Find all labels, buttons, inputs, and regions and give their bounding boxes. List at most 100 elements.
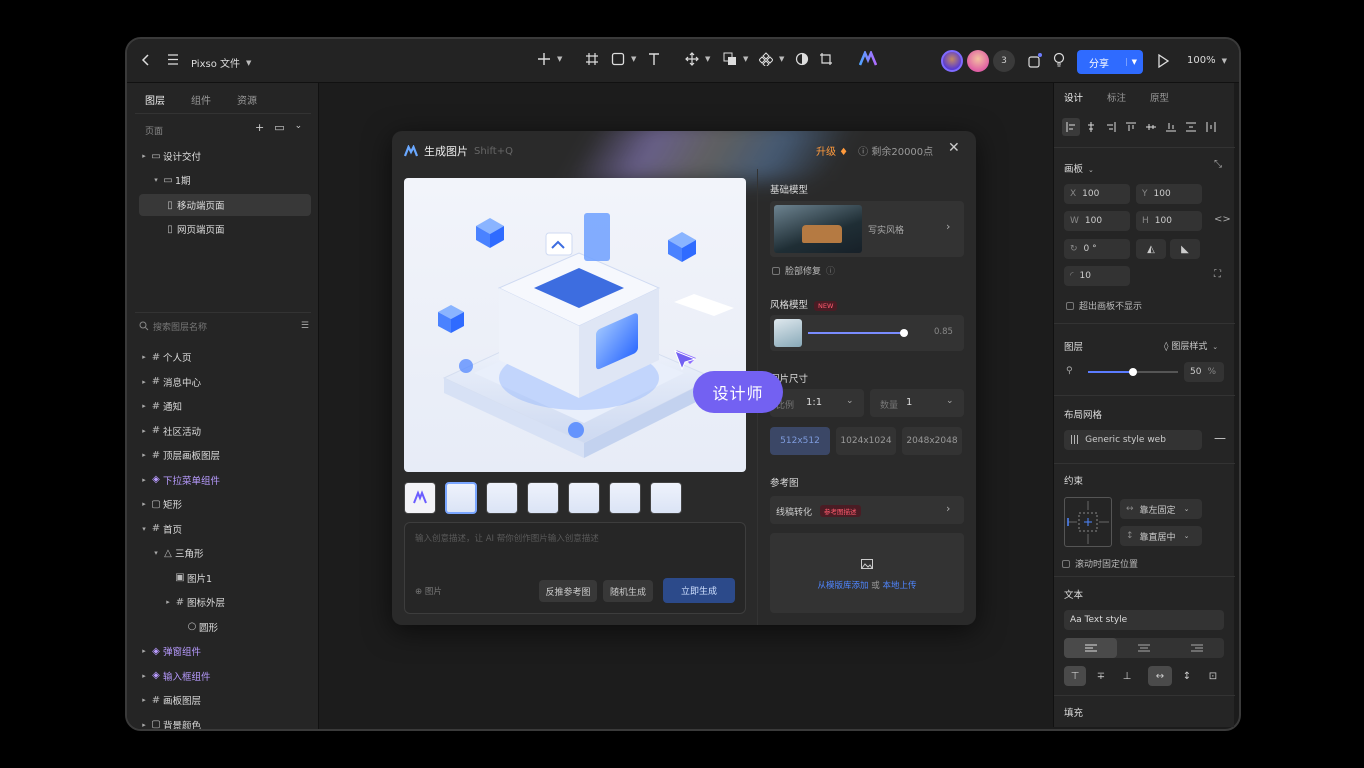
chevron-down-icon[interactable]: ⌄: [295, 121, 303, 134]
generate-now-button[interactable]: 立即生成: [663, 578, 735, 603]
fixed-scroll-checkbox[interactable]: 滚动时固定位置: [1062, 557, 1138, 570]
valign-middle-icon[interactable]: ∓: [1090, 666, 1112, 686]
horizontal-constraint-select[interactable]: ↔ 靠左固定 ⌄: [1120, 499, 1202, 519]
count-select[interactable]: 数量 1 ⌄: [870, 389, 964, 417]
filter-icon[interactable]: ☰: [301, 321, 309, 331]
align-top-icon[interactable]: [1122, 118, 1140, 136]
distribute-v-icon[interactable]: [1182, 118, 1200, 136]
thumbnail[interactable]: [609, 482, 641, 514]
ai-logo-icon[interactable]: [859, 51, 877, 67]
lightbulb-icon[interactable]: [1053, 52, 1065, 68]
ratio-select[interactable]: 比例 1:1 ⌄: [770, 389, 864, 417]
align-left-icon[interactable]: [1062, 118, 1080, 136]
expand-icon[interactable]: ▸: [139, 353, 149, 361]
rotation-field[interactable]: ↻ 0 °: [1064, 239, 1130, 259]
file-title-menu[interactable]: Pixso 文件 ▼: [191, 55, 251, 71]
clip-content-checkbox[interactable]: 超出画板不显示: [1066, 299, 1142, 312]
radius-field[interactable]: ◜ 10: [1064, 266, 1130, 286]
reverse-reference-button[interactable]: 反推参考图: [539, 580, 597, 602]
link-icon[interactable]: <>: [1214, 214, 1231, 225]
play-icon[interactable]: [1157, 54, 1169, 68]
size-1024-button[interactable]: 1024x1024: [836, 427, 896, 455]
layer-item[interactable]: ▸ # 通知: [127, 395, 319, 417]
collaborator-avatar[interactable]: [967, 50, 989, 72]
expand-icon[interactable]: ▸: [139, 402, 149, 410]
expand-icon[interactable]: ▸: [139, 500, 149, 508]
chevron-down-icon[interactable]: ▼: [1125, 58, 1137, 66]
user-avatar[interactable]: [941, 50, 963, 72]
expand-icon[interactable]: ▸: [139, 378, 149, 386]
layer-item[interactable]: ▣ 图片1: [127, 567, 319, 589]
base-model-selector[interactable]: 写实风格 ›: [770, 201, 964, 257]
layer-item[interactable]: ▸ # 个人页: [127, 346, 319, 368]
expand-icon[interactable]: ▾: [151, 549, 161, 557]
size-2048-button[interactable]: 2048x2048: [902, 427, 962, 455]
expand-icon[interactable]: ▸: [139, 451, 149, 459]
y-field[interactable]: Y 100: [1136, 184, 1202, 204]
text-align-left-icon[interactable]: [1064, 638, 1118, 658]
layer-item[interactable]: ▸ # 社区活动: [127, 420, 319, 442]
auto-height-icon[interactable]: ↕: [1176, 666, 1198, 686]
frame-tool-icon[interactable]: [585, 52, 599, 66]
prompt-input[interactable]: 输入创意描述，让 AI 帮你创作图片输入创意描述: [415, 532, 599, 544]
layer-item[interactable]: ▸ # 消息中心: [127, 371, 319, 393]
x-field[interactable]: X 100: [1064, 184, 1130, 204]
independent-corners-icon[interactable]: ⛶: [1214, 269, 1221, 280]
tab-annotate[interactable]: 标注: [1107, 90, 1126, 104]
text-align-center-icon[interactable]: [1117, 638, 1170, 658]
expand-icon[interactable]: ▾: [139, 525, 149, 533]
expand-icon[interactable]: ▸: [139, 476, 149, 484]
size-512-button[interactable]: 512x512: [770, 427, 830, 455]
align-right-icon[interactable]: [1102, 118, 1120, 136]
layer-item[interactable]: ▸ ◈ 下拉菜单组件: [127, 469, 319, 491]
expand-icon[interactable]: ▸: [139, 647, 149, 655]
text-tool-icon[interactable]: [647, 52, 661, 66]
move-tool[interactable]: ▼: [685, 52, 710, 66]
width-field[interactable]: W 100: [1064, 211, 1130, 231]
tab-components[interactable]: 组件: [191, 92, 211, 107]
opacity-slider-track[interactable]: [1088, 368, 1178, 376]
expand-icon[interactable]: ▸: [163, 598, 173, 606]
contrast-icon[interactable]: [795, 52, 809, 66]
style-slider-track[interactable]: [808, 329, 908, 337]
resize-icon[interactable]: ⤡: [1214, 159, 1222, 170]
tab-prototype[interactable]: 原型: [1150, 90, 1169, 104]
text-style-select[interactable]: Aa Text style: [1064, 610, 1224, 630]
add-tool[interactable]: ▼: [537, 52, 562, 66]
boolean-tool[interactable]: ▼: [723, 52, 748, 66]
thumbnail[interactable]: [650, 482, 682, 514]
layer-item[interactable]: ▸ ◈ 输入框组件: [127, 665, 319, 687]
user-count-badge[interactable]: 3: [993, 50, 1015, 72]
tab-design[interactable]: 设计: [1064, 90, 1083, 104]
auto-width-icon[interactable]: ↔: [1148, 666, 1172, 686]
add-page-icon[interactable]: +: [255, 121, 264, 134]
random-generate-button[interactable]: 随机生成: [603, 580, 653, 602]
thumbnail[interactable]: [486, 482, 518, 514]
expand-icon[interactable]: ▸: [139, 152, 149, 160]
style-thumbnail[interactable]: [774, 319, 802, 347]
align-bottom-icon[interactable]: [1162, 118, 1180, 136]
frame-label[interactable]: 画板 ⌄: [1064, 161, 1094, 175]
reference-upload-area[interactable]: 从模版库添加 或 本地上传: [770, 533, 964, 613]
back-icon[interactable]: [141, 53, 151, 67]
add-from-library-link[interactable]: 从模版库添加: [818, 581, 869, 591]
text-align-right-icon[interactable]: [1171, 638, 1224, 658]
share-button[interactable]: 分享 ▼: [1077, 50, 1143, 74]
expand-icon[interactable]: ▸: [139, 721, 149, 729]
thumbnail-ai-logo[interactable]: [404, 482, 436, 514]
add-image-button[interactable]: ⊕ 图片: [415, 585, 442, 597]
layer-item[interactable]: ▸ ▢ 背景颜色: [127, 714, 319, 729]
vertical-constraint-select[interactable]: ↕ 靠直居中 ⌄: [1120, 526, 1202, 546]
opacity-field[interactable]: 50%: [1184, 362, 1224, 382]
shape-tool[interactable]: ▼: [611, 52, 636, 66]
reference-mode-selector[interactable]: 线稿转化 参考图描述 ›: [770, 496, 964, 524]
layer-item[interactable]: ▸ ▢ 矩形: [127, 493, 319, 515]
layout-grid-item[interactable]: ||| Generic style web: [1064, 430, 1202, 450]
crop-icon[interactable]: [819, 52, 833, 66]
expand-icon[interactable]: ▾: [151, 176, 161, 184]
fixed-size-icon[interactable]: ⊡: [1202, 666, 1224, 686]
layer-item[interactable]: ▸ # 图标外层: [127, 591, 319, 613]
close-icon[interactable]: ✕: [948, 140, 960, 156]
page-item-selected[interactable]: ▯ 移动端页面: [139, 194, 311, 216]
upgrade-link[interactable]: 升级 ♦: [816, 143, 848, 158]
